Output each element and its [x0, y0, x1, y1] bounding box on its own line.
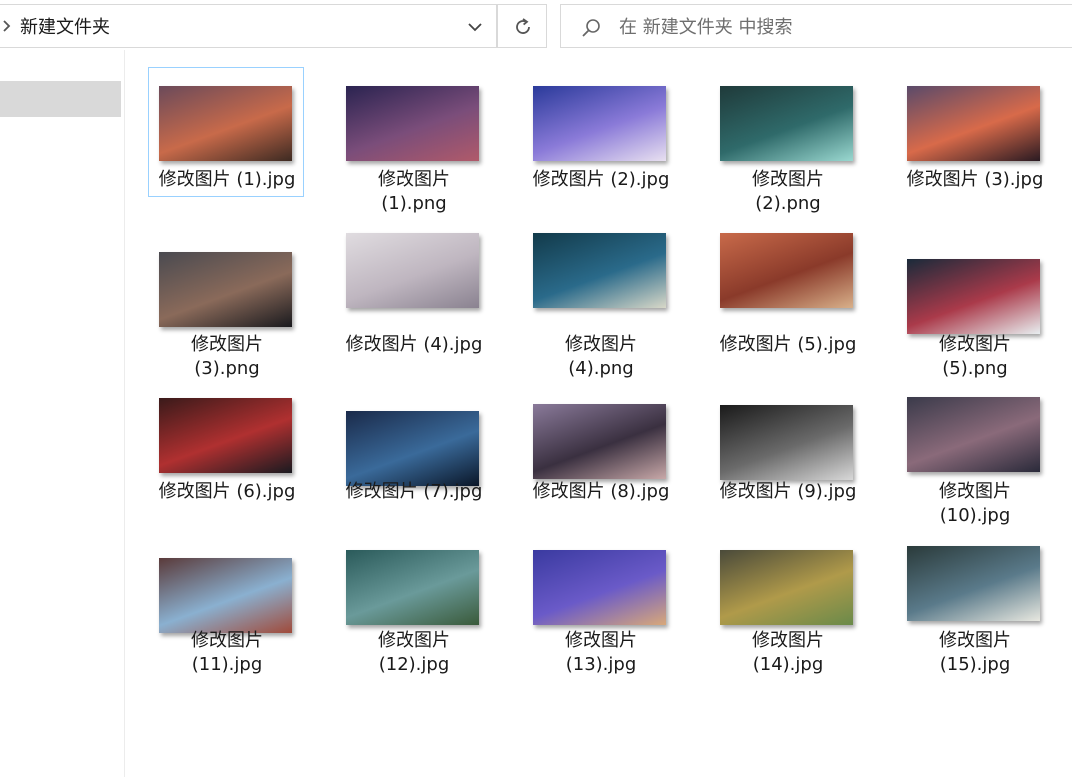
image-thumbnail	[907, 546, 1040, 621]
search-icon	[582, 19, 600, 37]
address-path[interactable]: 新建文件夹	[20, 17, 110, 39]
file-name: 修改图片 (7).jpg	[345, 481, 483, 502]
search-input[interactable]	[619, 14, 1059, 40]
file-item[interactable]: 修改图片 (10).jpg	[896, 383, 1052, 528]
image-thumbnail	[533, 86, 666, 161]
refresh-button[interactable]	[497, 4, 547, 48]
image-thumbnail	[720, 86, 853, 161]
file-item[interactable]: 修改图片 (9).jpg	[709, 383, 865, 503]
file-item[interactable]: 修改图片 (1).png	[335, 67, 491, 214]
file-item[interactable]: 修改图片 (5).png	[896, 232, 1052, 379]
file-item[interactable]: 修改图片 (7).jpg	[335, 383, 491, 503]
file-name: 修改图片 (4).jpg	[345, 334, 483, 355]
address-bar[interactable]: 新建文件夹	[0, 4, 497, 48]
file-item[interactable]: 修改图片 (3).jpg	[896, 67, 1052, 190]
file-item[interactable]: 修改图片 (13).jpg	[522, 532, 678, 677]
navigation-pane	[0, 50, 125, 777]
image-thumbnail	[346, 411, 479, 486]
file-item[interactable]: 修改图片 (4).png	[522, 232, 678, 379]
file-name: 修改图片 (3).jpg	[906, 169, 1044, 190]
refresh-icon	[516, 18, 530, 34]
file-name: 修改图片 (12).jpg	[378, 630, 450, 675]
file-name: 修改图片 (9).jpg	[719, 481, 857, 502]
image-thumbnail	[159, 86, 292, 161]
image-thumbnail	[907, 86, 1040, 161]
file-name: 修改图片 (10).jpg	[939, 481, 1011, 526]
file-name: 修改图片 (14).jpg	[752, 630, 824, 675]
file-item[interactable]: 修改图片 (6).jpg	[148, 383, 304, 503]
file-name: 修改图片 (1).png	[378, 169, 450, 214]
toolbar: 新建文件夹	[0, 0, 1072, 50]
file-name: 修改图片 (8).jpg	[532, 481, 670, 502]
chevron-down-icon[interactable]	[466, 21, 484, 33]
file-item[interactable]: 修改图片 (12).jpg	[335, 532, 491, 677]
image-thumbnail	[907, 397, 1040, 472]
file-grid: 修改图片 (1).jpg 修改图片 (1).png 修改图片 (2).jpg 修改图片…	[125, 50, 1072, 777]
file-name: 修改图片 (15).jpg	[939, 630, 1011, 675]
file-item[interactable]: 修改图片 (2).jpg	[522, 67, 678, 190]
image-thumbnail	[907, 259, 1040, 334]
file-name: 修改图片 (5).jpg	[719, 334, 857, 355]
file-item[interactable]: 修改图片 (15).jpg	[896, 532, 1052, 677]
image-thumbnail	[533, 233, 666, 308]
image-thumbnail	[346, 550, 479, 625]
file-name: 修改图片 (13).jpg	[565, 630, 637, 675]
file-name: 修改图片 (1).jpg	[158, 169, 296, 190]
file-name: 修改图片 (6).jpg	[158, 481, 296, 502]
image-thumbnail	[346, 86, 479, 161]
file-name: 修改图片 (11).jpg	[191, 630, 263, 675]
image-thumbnail	[720, 405, 853, 480]
nav-selected-item[interactable]	[0, 81, 121, 117]
file-item[interactable]: 修改图片 (4).jpg	[335, 232, 491, 355]
file-item[interactable]: 修改图片 (11).jpg	[148, 532, 304, 677]
image-thumbnail	[346, 233, 479, 308]
file-item[interactable]: 修改图片 (3).png	[148, 232, 304, 379]
file-item[interactable]: 修改图片 (2).png	[709, 67, 865, 214]
file-item[interactable]: 修改图片 (5).jpg	[709, 232, 865, 355]
file-item[interactable]: 修改图片 (8).jpg	[522, 383, 678, 503]
file-name: 修改图片 (4).png	[565, 334, 637, 379]
file-name: 修改图片 (2).jpg	[532, 169, 670, 190]
image-thumbnail	[159, 252, 292, 327]
search-box[interactable]	[560, 4, 1072, 48]
file-name: 修改图片 (3).png	[191, 334, 263, 379]
file-name: 修改图片 (5).png	[939, 334, 1011, 379]
file-name: 修改图片 (2).png	[752, 169, 824, 214]
image-thumbnail	[533, 550, 666, 625]
image-thumbnail	[159, 558, 292, 633]
chevron-right-icon[interactable]	[1, 18, 13, 34]
image-thumbnail	[720, 233, 853, 308]
file-item[interactable]: 修改图片 (14).jpg	[709, 532, 865, 677]
image-thumbnail	[720, 550, 853, 625]
file-item[interactable]: 修改图片 (1).jpg	[148, 67, 304, 197]
image-thumbnail	[533, 404, 666, 479]
image-thumbnail	[159, 398, 292, 473]
